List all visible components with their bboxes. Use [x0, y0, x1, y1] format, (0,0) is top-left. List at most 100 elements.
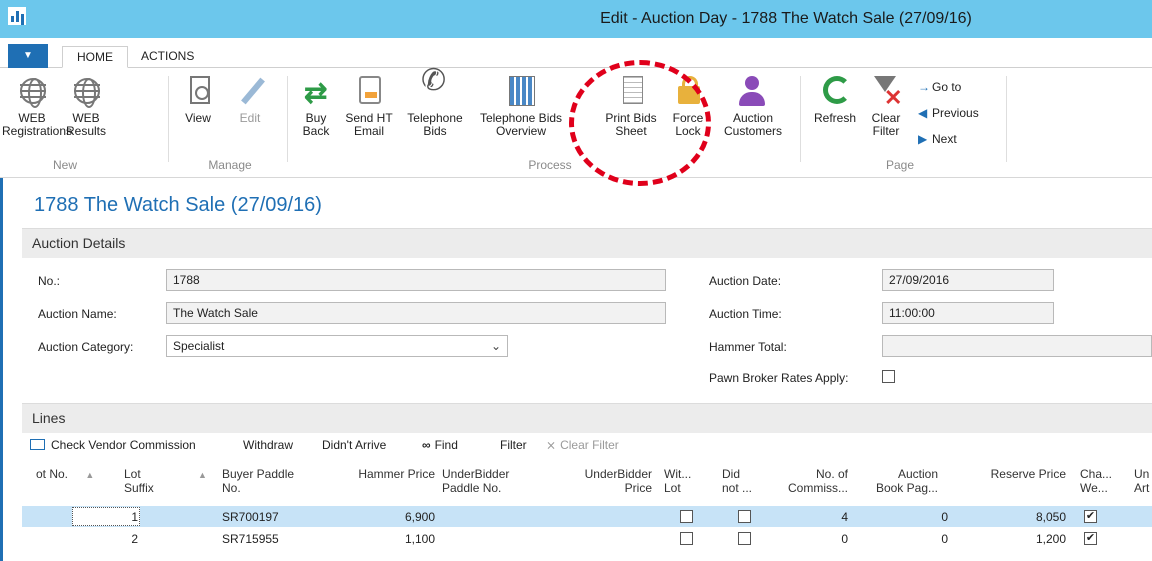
auction-category-value: Specialist	[173, 339, 225, 353]
telephone-icon: ✆	[421, 64, 447, 97]
ribbon-divider	[800, 76, 801, 162]
page-title: 1788 The Watch Sale (27/09/16)	[34, 194, 322, 216]
binoculars-icon: ∞	[422, 438, 431, 452]
col-un[interactable]: Un Art	[1134, 467, 1149, 495]
auction-name-field[interactable]: The Watch Sale	[166, 302, 666, 324]
sort-ascending-icon: ▲	[85, 470, 95, 480]
auction-category-label: Auction Category:	[38, 340, 134, 354]
previous-link[interactable]: ◀ Previous	[918, 106, 979, 120]
auction-details-header[interactable]: Auction Details	[22, 228, 1152, 258]
find-button[interactable]: ∞ Find	[422, 438, 458, 452]
tab-actions[interactable]: ACTIONS	[127, 46, 208, 68]
did-not-arrive-checkbox[interactable]	[738, 532, 751, 545]
col-book-page[interactable]: Auction Book Pag...	[862, 467, 938, 495]
auction-customers-button[interactable]: Auction Customers	[716, 74, 790, 138]
auction-category-select[interactable]: Specialist ⌄	[166, 335, 508, 357]
cell-buyer-paddle: SR700197	[222, 510, 279, 524]
col-underbidder-price[interactable]: UnderBidder Price	[560, 467, 652, 495]
cell-buyer-paddle: SR715955	[222, 532, 279, 546]
check-vendor-commission-button[interactable]: Check Vendor Commission	[30, 438, 196, 452]
view-button[interactable]: View	[176, 74, 220, 125]
pawn-broker-label: Pawn Broker Rates Apply:	[709, 371, 849, 385]
auction-date-label: Auction Date:	[709, 274, 782, 288]
auction-date-field[interactable]: 27/09/2016	[882, 269, 1054, 291]
globe-icon	[74, 78, 100, 108]
clear-x-icon: ✕	[884, 85, 903, 110]
buy-back-button[interactable]: ⇄ Buy Back	[294, 74, 338, 138]
ribbon-tabs: ▼ HOME ACTIONS	[0, 38, 1152, 68]
globe-icon	[20, 78, 46, 108]
table-row[interactable]: 2 SR715955 1,100 0 0 1,200 ✔	[22, 528, 1152, 549]
window-title: Edit - Auction Day - 1788 The Watch Sale…	[600, 10, 972, 27]
web-results-button[interactable]: WEB Results	[62, 74, 110, 138]
chevron-down-icon[interactable]: ⌄	[491, 336, 501, 356]
refresh-icon	[823, 76, 851, 104]
group-label-process: Process	[528, 158, 572, 172]
title-bar: Edit - Auction Day - 1788 The Watch Sale…	[0, 0, 1152, 38]
pencil-icon	[241, 77, 265, 105]
col-hammer-price[interactable]: Hammer Price	[335, 467, 435, 481]
col-buyer-paddle[interactable]: Buyer Paddle No.	[222, 467, 294, 495]
didnt-arrive-button[interactable]: Didn't Arrive	[322, 438, 386, 452]
send-ht-email-button[interactable]: Send HT Email	[338, 74, 400, 138]
person-icon	[739, 76, 765, 106]
telephone-bids-button[interactable]: ✆ Telephone Bids	[400, 64, 470, 138]
web-registrations-button[interactable]: WEB Registrations	[2, 74, 72, 138]
col-reserve-price[interactable]: Reserve Price	[968, 467, 1066, 481]
group-label-manage: Manage	[208, 158, 252, 172]
no-label: No.:	[38, 274, 61, 288]
ribbon-divider	[287, 76, 288, 162]
withdrawn-checkbox[interactable]	[680, 532, 693, 545]
goto-link[interactable]: → Go to	[918, 80, 961, 94]
edit-button[interactable]: Edit	[228, 74, 272, 125]
email-attachment-icon	[359, 76, 381, 104]
hammer-total-field[interactable]	[882, 335, 1152, 357]
group-label-new: New	[52, 158, 77, 172]
charge-checkbox[interactable]: ✔	[1084, 532, 1097, 545]
did-not-arrive-checkbox[interactable]	[738, 510, 751, 523]
arrow-right-icon: →	[918, 80, 930, 94]
auction-time-label: Auction Time:	[709, 307, 782, 321]
cell-book-page: 0	[941, 532, 948, 546]
cell-no-commission: 0	[841, 532, 848, 546]
application-menu-button[interactable]: ▼	[8, 44, 48, 68]
cell-no-commission: 4	[841, 510, 848, 524]
col-did-not-arrive[interactable]: Did not ...	[722, 467, 752, 495]
auction-name-label: Auction Name:	[38, 307, 117, 321]
col-withdrawn-lot[interactable]: Wit... Lot	[664, 467, 691, 495]
col-underbidder-paddle[interactable]: UnderBidder Paddle No.	[442, 467, 509, 495]
no-field[interactable]: 1788	[166, 269, 666, 291]
cell-lot-no: 1	[131, 510, 138, 524]
highlight-annotation-circle	[569, 60, 711, 186]
withdrawn-checkbox[interactable]	[680, 510, 693, 523]
col-charge[interactable]: Cha... We...	[1080, 467, 1112, 495]
cell-hammer-price: 1,100	[404, 532, 435, 546]
col-lot-suffix[interactable]: Lot Suffix	[124, 467, 154, 495]
ribbon-divider	[1006, 76, 1007, 162]
hammer-total-label: Hammer Total:	[709, 340, 787, 354]
triangle-left-icon: ◀	[918, 106, 928, 120]
next-link[interactable]: ▶ Next	[918, 132, 957, 146]
refresh-button[interactable]: Refresh	[808, 74, 862, 125]
cell-reserve-price: 8,050	[1035, 510, 1066, 524]
withdraw-button[interactable]: Withdraw	[243, 438, 293, 452]
clear-filter-icon: ⨯	[546, 438, 557, 452]
tab-home[interactable]: HOME	[62, 46, 128, 68]
col-no-commission[interactable]: No. of Commiss...	[770, 467, 848, 495]
commission-card-icon	[30, 439, 45, 450]
charge-checkbox[interactable]: ✔	[1084, 510, 1097, 523]
lines-clear-filter-button[interactable]: ⨯ Clear Filter	[546, 438, 619, 452]
col-lot-no[interactable]: ot No. ▲	[36, 467, 94, 482]
cell-book-page: 0	[941, 510, 948, 524]
sort-ascending-icon: ▲	[198, 470, 207, 480]
filter-button[interactable]: Filter	[500, 438, 527, 452]
view-document-icon	[190, 76, 210, 104]
table-row[interactable]: 1 SR700197 6,900 4 0 8,050 ✔	[22, 506, 1152, 527]
pawn-broker-checkbox[interactable]	[882, 370, 895, 383]
telephone-bids-overview-button[interactable]: Telephone Bids Overview	[472, 74, 570, 138]
left-border-strip	[0, 178, 12, 561]
lines-header[interactable]: Lines	[22, 403, 1152, 433]
clear-filter-button[interactable]: ✕ Clear Filter	[864, 74, 908, 138]
auction-time-field[interactable]: 11:00:00	[882, 302, 1054, 324]
overview-grid-icon	[509, 76, 535, 106]
